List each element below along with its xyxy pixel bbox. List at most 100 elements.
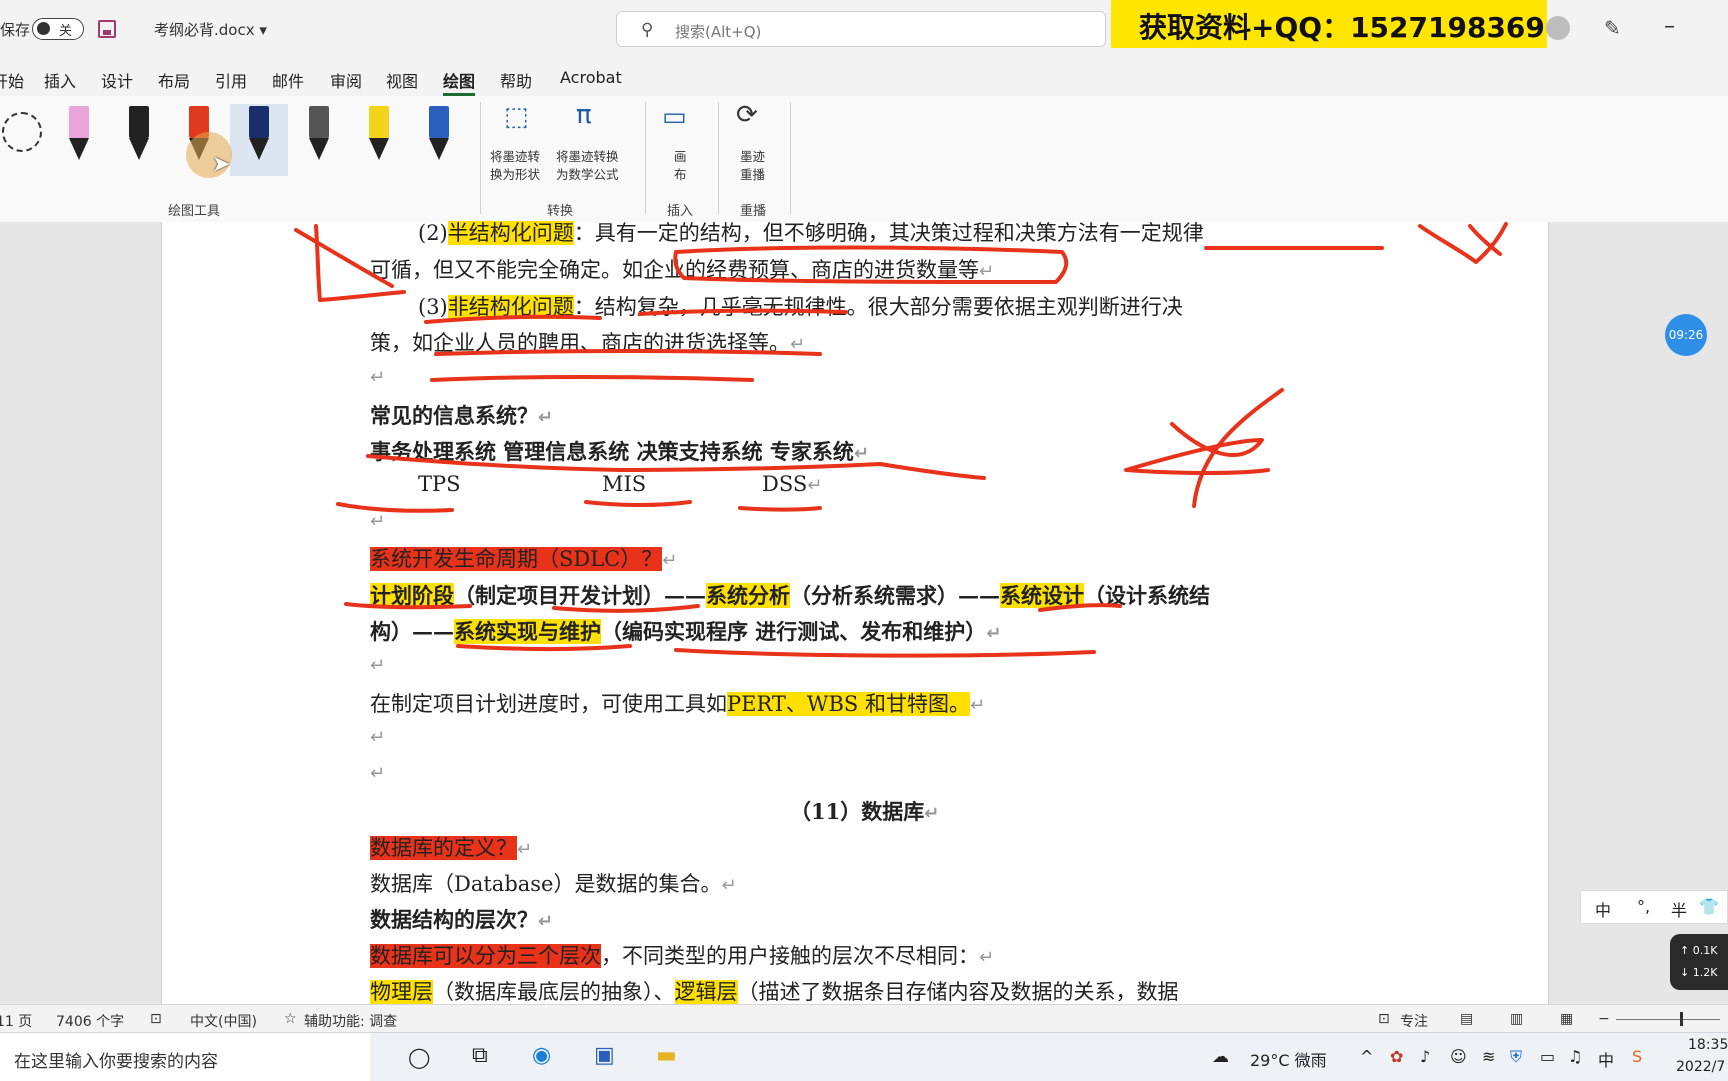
ime-skin-icon[interactable]: 👕 xyxy=(1699,897,1719,916)
tab-mailings[interactable]: 邮件 xyxy=(272,68,304,92)
tab-design[interactable]: 设计 xyxy=(101,68,133,92)
ink-replay-button[interactable]: 墨迹 重播 xyxy=(740,148,765,184)
tab-acrobat[interactable]: Acrobat xyxy=(560,68,622,87)
zoom-slider-thumb[interactable] xyxy=(1680,1012,1683,1026)
security-icon[interactable]: ⛨ xyxy=(1510,1047,1522,1067)
doc-line: 计划阶段（制定项目开发计划）——系统分析（分析系统需求）——系统设计（设计系统结 xyxy=(370,580,1210,610)
doc-line: (3)非结构化问题：结构复杂，几乎毫无规律性。很大部分需要依据主观判断进行决 xyxy=(418,291,1183,321)
print-layout-icon[interactable]: ▥ xyxy=(1510,1011,1523,1027)
web-layout-icon[interactable]: ▦ xyxy=(1560,1011,1573,1027)
ink-to-math-icon[interactable]: π xyxy=(576,100,592,130)
taskbar-search[interactable]: 在这里输入你要搜索的内容 xyxy=(0,1033,370,1081)
search-input[interactable]: ⚲ 搜索(Alt+Q) xyxy=(616,11,1106,47)
focus-mode[interactable]: 专注 xyxy=(1400,1011,1428,1031)
lasso-select-icon[interactable] xyxy=(2,112,42,152)
zoom-slider[interactable] xyxy=(1616,1012,1720,1026)
canvas-button[interactable]: 画 布 xyxy=(674,148,687,184)
pen-tool-4[interactable] xyxy=(244,106,274,164)
cortana-icon[interactable]: ◯ xyxy=(408,1045,430,1069)
doc-line: 数据库可以分为三个层次，不同类型的用户接触的层次不尽相同：↵ xyxy=(370,940,994,970)
edge-icon[interactable]: ◉ xyxy=(532,1043,551,1068)
ink-replay-icon[interactable]: ⟳ xyxy=(736,100,758,130)
battery-icon[interactable]: ▭ xyxy=(1540,1047,1555,1066)
file-explorer-icon[interactable]: ▬ xyxy=(656,1043,677,1068)
pen-tool-1[interactable] xyxy=(64,106,94,164)
doc-line: 物理层（数据库最底层的抽象）、逻辑层（描述了数据条目存储内容及数据的关系，数据 xyxy=(370,976,1179,1006)
word-icon[interactable]: ▣ xyxy=(594,1043,615,1068)
text: ，不同类型的用户接触的层次不尽相同： xyxy=(601,944,979,968)
weather-icon[interactable]: ☁ xyxy=(1212,1047,1229,1067)
pen-tip xyxy=(369,138,389,160)
sogou-icon[interactable]: S xyxy=(1632,1047,1642,1066)
volume-icon[interactable]: ♫ xyxy=(1568,1047,1582,1066)
paragraph-mark: ↵ xyxy=(370,655,386,676)
tab-references[interactable]: 引用 xyxy=(215,68,247,92)
pen-tip xyxy=(249,138,269,160)
proofing-icon[interactable]: ⊡ xyxy=(150,1011,162,1027)
pen-tool-5[interactable] xyxy=(304,106,334,164)
highlight-red: 数据库可以分为三个层次 xyxy=(370,944,601,968)
tab-home[interactable]: 开始 xyxy=(0,68,24,92)
ink-to-shape-icon[interactable]: ⬚ xyxy=(504,102,529,132)
clock-date[interactable]: 2022/7 xyxy=(1676,1059,1725,1075)
pen-tool-2[interactable] xyxy=(124,106,154,164)
word-count[interactable]: 7406 个字 xyxy=(56,1011,124,1031)
ime-punctuation[interactable]: °, xyxy=(1637,897,1650,916)
weather[interactable]: 29°C 微雨 xyxy=(1250,1047,1327,1071)
network-speed-widget: ↑ 0.1K ↓ 1.2K xyxy=(1670,934,1728,990)
highlight-term: 半结构化问题 xyxy=(447,221,574,245)
effect-pen-tool[interactable] xyxy=(424,106,454,164)
tab-help[interactable]: 帮助 xyxy=(500,68,532,92)
autosave-state: 关 xyxy=(59,24,73,39)
task-view-icon[interactable]: ⧉ xyxy=(472,1043,488,1068)
divider xyxy=(480,102,481,214)
doc-line: DSS↵ xyxy=(762,472,822,496)
pen-body xyxy=(249,106,269,138)
qq-icon[interactable]: ☺ xyxy=(1450,1047,1467,1066)
language-status[interactable]: 中文(中国) xyxy=(190,1011,257,1031)
tab-layout[interactable]: 布局 xyxy=(158,68,190,92)
ime-half-width[interactable]: 半 xyxy=(1671,897,1687,921)
accessibility-status[interactable]: 辅助功能: 调查 xyxy=(304,1011,397,1031)
tray-chevron-icon[interactable]: ^ xyxy=(1360,1047,1373,1066)
doc-line: 数据库的定义？↵ xyxy=(370,832,532,862)
tray-app-icon[interactable]: ✿ xyxy=(1390,1047,1403,1066)
ime-toolbar[interactable]: 中 °, 半 👕 xyxy=(1580,890,1728,924)
page-count[interactable]: 11 页 xyxy=(0,1011,32,1031)
highlight-term: 逻辑层 xyxy=(674,980,738,1004)
minimize-button[interactable]: – xyxy=(1664,14,1675,39)
doc-line: ↵ xyxy=(370,652,385,676)
wifi-icon[interactable]: ≋ xyxy=(1482,1047,1495,1066)
pen-body xyxy=(129,106,149,138)
ink-to-math-button[interactable]: 将墨迹转换 为数学公式 xyxy=(556,148,619,184)
paragraph-mark: ↵ xyxy=(370,367,386,388)
text: 数据库（Database）是数据的集合。 xyxy=(370,872,722,896)
floating-clock[interactable]: 09:26 xyxy=(1665,314,1707,356)
doc-line: 构）——系统实现与维护（编码实现程序 进行测试、发布和维护）↵ xyxy=(370,616,1001,646)
highlighter-tool[interactable] xyxy=(364,106,394,164)
clock-time[interactable]: 18:35 xyxy=(1688,1037,1728,1053)
autosave-toggle[interactable]: 关 xyxy=(32,18,84,40)
save-icon[interactable] xyxy=(98,20,116,38)
doc-line: MIS xyxy=(602,472,646,496)
avatar[interactable] xyxy=(1546,16,1570,40)
tab-review[interactable]: 审阅 xyxy=(330,68,362,92)
pen-icon[interactable]: ✎ xyxy=(1604,16,1621,40)
focus-icon: ⊡ xyxy=(1378,1011,1390,1027)
zoom-out-icon[interactable]: − xyxy=(1598,1011,1610,1027)
text: （数据库最底层的抽象）、 xyxy=(433,980,675,1004)
tab-view[interactable]: 视图 xyxy=(386,68,418,92)
canvas-icon[interactable]: ▭ xyxy=(662,102,687,132)
pen-body xyxy=(309,106,329,138)
ime-indicator-icon[interactable]: 中 xyxy=(1598,1047,1614,1071)
ime-chinese[interactable]: 中 xyxy=(1595,897,1611,921)
highlight-red: 数据库的定义？ xyxy=(370,836,517,860)
tab-insert[interactable]: 插入 xyxy=(44,68,76,92)
paragraph-mark: ↵ xyxy=(721,875,737,896)
ink-to-shape-button[interactable]: 将墨迹转 换为形状 xyxy=(490,148,540,184)
read-mode-icon[interactable]: ▤ xyxy=(1460,1011,1473,1027)
tab-draw[interactable]: 绘图 xyxy=(443,68,476,96)
microphone-icon[interactable]: ♪ xyxy=(1420,1047,1430,1066)
taskbar-search-placeholder: 在这里输入你要搜索的内容 xyxy=(14,1052,218,1072)
document-filename[interactable]: 考纲必背.docx ▾ xyxy=(154,19,267,40)
